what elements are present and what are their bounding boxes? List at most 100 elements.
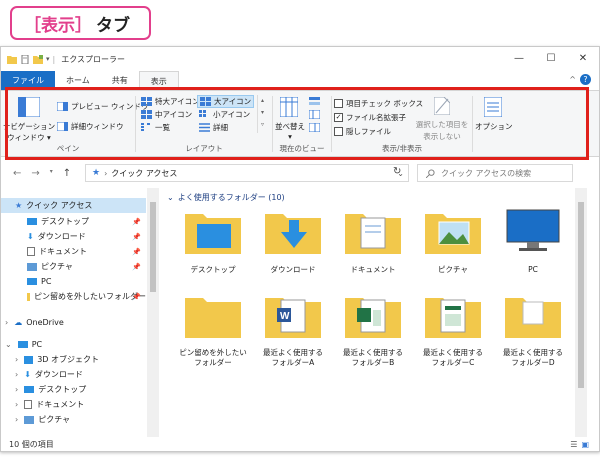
back-arrow-icon[interactable]: ← (13, 168, 21, 179)
options-icon[interactable] (484, 97, 502, 117)
nav-item-pictures[interactable]: ピクチャ 📌 (1, 259, 146, 274)
layout-list[interactable]: 一覧 (141, 122, 170, 133)
expand-chevron-icon[interactable]: › (15, 370, 18, 379)
nav-item-pc-desktop[interactable]: › デスクトップ (1, 382, 146, 397)
tab-home[interactable]: ホーム (55, 71, 101, 90)
hide-selected-icon[interactable] (434, 97, 450, 115)
content-scrollbar-thumb[interactable] (578, 202, 584, 388)
folder-label-2: フォルダーD (511, 358, 555, 367)
expand-chevron-icon[interactable]: › (15, 400, 18, 409)
details-pane-button[interactable]: 詳細ウィンドウ (57, 121, 124, 132)
large-icons-view-icon[interactable]: ▣ (581, 440, 589, 449)
nav-item-onedrive[interactable]: › ☁ OneDrive (1, 315, 146, 330)
recent-locations-icon[interactable]: ▾ (50, 168, 53, 179)
nav-item-unpin-folder[interactable]: ピン留めを外したいフォルダー 📌 (1, 289, 146, 304)
nav-scrollbar-thumb[interactable] (150, 202, 156, 292)
item-checkbox-checkbox[interactable] (334, 99, 343, 108)
nav-item-pc-root[interactable]: ⌄ PC (1, 337, 146, 352)
properties-icon[interactable] (20, 54, 30, 64)
folder-documents[interactable]: ドキュメント (333, 206, 413, 286)
new-folder-icon[interactable] (33, 54, 43, 64)
search-input[interactable]: クイック アクセスの検索 (417, 164, 573, 182)
file-extension-toggle[interactable]: ✓ ファイル名拡張子 (334, 112, 406, 123)
expand-chevron-icon[interactable]: › (15, 355, 18, 364)
folder-pictures[interactable]: ピクチャ (413, 206, 493, 286)
tab-file[interactable]: ファイル (1, 71, 55, 90)
nav-item-pc[interactable]: PC (1, 274, 146, 289)
address-bar[interactable]: ★ › クイック アクセス ⌄ (85, 164, 409, 182)
nav-item-documents[interactable]: ドキュメント 📌 (1, 244, 146, 259)
expand-chevron-icon[interactable]: › (15, 385, 18, 394)
pc-icon (17, 341, 28, 348)
minimize-button[interactable]: — (503, 47, 535, 69)
pc-monitor-icon (506, 209, 560, 251)
pin-icon[interactable]: 📌 (132, 263, 141, 271)
small-icons-label: 小アイコン (213, 110, 251, 119)
hidden-files-toggle[interactable]: 隠しファイル (334, 126, 391, 137)
sort-by-button[interactable]: 並べ替え ▾ (273, 121, 307, 141)
collapse-chevron-icon[interactable]: ⌄ (167, 193, 174, 202)
expand-chevron-icon[interactable]: › (15, 415, 18, 424)
item-checkbox-toggle[interactable]: 項目チェック ボックス (334, 98, 423, 109)
folder-icon[interactable] (7, 55, 17, 64)
layout-large-icons[interactable]: 大アイコン (197, 95, 255, 108)
help-icon[interactable]: ? (580, 74, 591, 85)
maximize-button[interactable]: ☐ (535, 47, 567, 69)
content-scrollbar[interactable] (575, 188, 587, 437)
expand-ribbon-icon[interactable]: ^ (569, 75, 576, 84)
folder-pc[interactable]: PC (493, 206, 573, 286)
folder-recent-b[interactable]: 最近よく使用する フォルダーB (333, 290, 413, 380)
nav-item-pc-downloads[interactable]: › ⬇ ダウンロード (1, 367, 146, 382)
group-by-icon[interactable] (309, 97, 320, 106)
layout-group-label: レイアウト (185, 144, 223, 153)
details-view-icon[interactable]: ☰ (570, 440, 577, 449)
folder-unpin-target[interactable]: ピン留めを外したい フォルダー (173, 290, 253, 380)
nav-item-desktop[interactable]: デスクトップ 📌 (1, 214, 146, 229)
customize-qat-icon[interactable]: ▾ (46, 55, 50, 63)
breadcrumb-quick-access[interactable]: クイック アクセス (111, 168, 177, 179)
sort-by-icon[interactable] (280, 97, 298, 117)
navigation-pane-icon[interactable] (18, 97, 40, 117)
layout-details[interactable]: 詳細 (199, 122, 228, 133)
nav-item-pc-pictures[interactable]: › ピクチャ (1, 412, 146, 427)
nav-item-3d-objects[interactable]: › 3D オブジェクト (1, 352, 146, 367)
nav-label: 3D オブジェクト (37, 355, 99, 364)
file-extension-checkbox[interactable]: ✓ (334, 113, 343, 122)
collapse-chevron-icon[interactable]: ⌄ (5, 340, 12, 349)
folder-recent-c[interactable]: 最近よく使用する フォルダーC (413, 290, 493, 380)
folder-recent-a[interactable]: W 最近よく使用する フォルダーA (253, 290, 333, 380)
tab-view[interactable]: 表示 (138, 71, 179, 90)
close-button[interactable]: ✕ (567, 47, 599, 69)
hidden-files-checkbox[interactable] (334, 127, 343, 136)
folder-desktop[interactable]: デスクトップ (173, 206, 253, 286)
nav-item-downloads[interactable]: ⬇ ダウンロード 📌 (1, 229, 146, 244)
nav-scrollbar[interactable] (147, 188, 159, 437)
options-button[interactable]: オプション (475, 121, 513, 132)
pin-icon[interactable]: 📌 (132, 248, 141, 256)
section-label: よく使用するフォルダー (10) (177, 193, 285, 202)
layout-extra-large-icons[interactable]: 特大アイコン (141, 96, 200, 107)
folder-downloads[interactable]: ダウンロード (253, 206, 333, 286)
layout-small-icons[interactable]: 小アイコン (199, 109, 250, 120)
document-icon (24, 400, 33, 409)
up-arrow-icon[interactable]: ↑ (63, 168, 71, 179)
layout-medium-icons[interactable]: 中アイコン (141, 109, 192, 120)
pin-icon[interactable]: 📌 (132, 293, 141, 301)
layout-gallery-scroll[interactable]: ▴ ▾ ▿ (257, 95, 267, 133)
pin-icon[interactable]: 📌 (132, 233, 141, 241)
expand-chevron-icon[interactable]: › (5, 318, 8, 327)
callout-text: タブ (96, 15, 130, 36)
nav-item-quick-access[interactable]: ★ クイック アクセス (1, 198, 146, 213)
forward-arrow-icon[interactable]: → (31, 168, 39, 179)
folder-recent-d[interactable]: 最近よく使用する フォルダーD (493, 290, 573, 380)
folder-label: デスクトップ (190, 265, 236, 274)
refresh-icon[interactable]: ↻ (393, 166, 401, 177)
add-columns-icon[interactable] (309, 110, 320, 119)
pin-icon[interactable]: 📌 (132, 218, 141, 226)
nav-item-pc-documents[interactable]: › ドキュメント (1, 397, 146, 412)
frequent-folders-header[interactable]: ⌄ よく使用するフォルダー (10) (167, 192, 285, 203)
size-columns-icon[interactable] (309, 123, 320, 132)
navigation-pane-button[interactable]: ナビゲーション ウィンドウ ▾ (3, 121, 55, 143)
tab-share[interactable]: 共有 (101, 71, 139, 90)
hide-selected-button[interactable]: 選択した項目を 表示しない (414, 119, 470, 142)
